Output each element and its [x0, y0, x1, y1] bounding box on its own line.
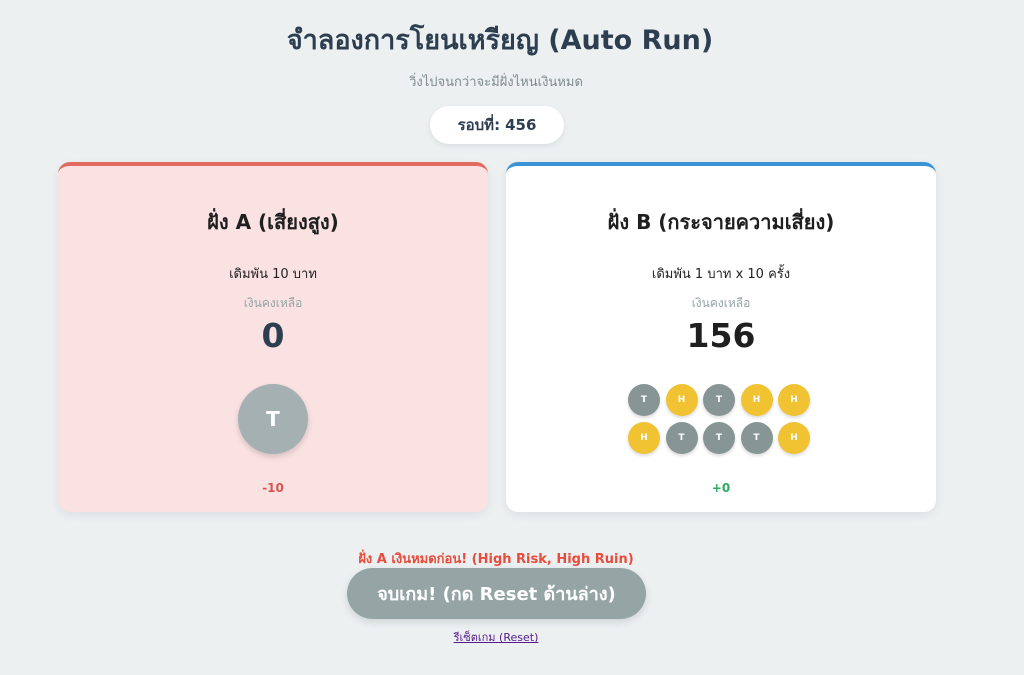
side-b-coin: T — [628, 384, 660, 416]
side-b-delta: +0 — [711, 481, 731, 495]
side-b-balance-label: เงินคงเหลือ — [691, 296, 751, 310]
side-a-balance-label: เงินคงเหลือ — [243, 296, 303, 310]
round-label: รอบที่: — [457, 116, 501, 134]
reset-link[interactable]: รีเซ็ตเกม (Reset) — [0, 628, 992, 646]
side-a-card: ฝั่ง A (เสี่ยงสูง) เดิมพัน 10 บาท เงินคง… — [58, 162, 488, 512]
page-title: จำลองการโยนเหรียญ (Auto Run) — [286, 25, 714, 56]
side-b-coin: H — [778, 422, 810, 454]
side-b-coin: T — [703, 422, 735, 454]
side-b-title: ฝั่ง B (กระจายความเสี่ยง) — [607, 210, 835, 234]
round-value: 456 — [505, 116, 537, 134]
side-b-coin: H — [740, 384, 773, 416]
side-a-balance: 0 — [261, 316, 285, 355]
side-a-delta: -10 — [262, 481, 284, 495]
side-b-coin: H — [778, 384, 810, 416]
side-a-title: ฝั่ง A (เสี่ยงสูง) — [207, 210, 339, 234]
round-counter: รอบที่: 456 — [430, 106, 564, 144]
side-b-coin: T — [740, 422, 773, 454]
side-b-coin: T — [665, 422, 698, 454]
side-a-coin: T — [238, 384, 308, 454]
result-message: ฝั่ง A เงินหมดก่อน! (High Risk, High Rui… — [358, 552, 634, 567]
side-b-balance: 156 — [686, 316, 756, 355]
side-b-coin: H — [628, 422, 660, 454]
side-b-coin: H — [665, 384, 698, 416]
app-root: จำลองการโยนเหรียญ (Auto Run) วิ่งไปจนกว่… — [0, 0, 1024, 675]
side-a-bet: เดิมพัน 10 บาท — [229, 267, 317, 282]
page-subtitle: วิ่งไปจนกว่าจะมีฝั่งไหนเงินหมด — [409, 75, 583, 90]
side-b-bet: เดิมพัน 1 บาท x 10 ครั้ง — [651, 267, 791, 282]
side-b-coin-grid: THTHHHTTTH — [628, 384, 814, 454]
side-b-card: ฝั่ง B (กระจายความเสี่ยง) เดิมพัน 1 บาท … — [506, 162, 936, 512]
end-game-button[interactable]: จบเกม! (กด Reset ด้านล่าง) — [347, 568, 646, 619]
side-b-coin: T — [703, 384, 735, 416]
